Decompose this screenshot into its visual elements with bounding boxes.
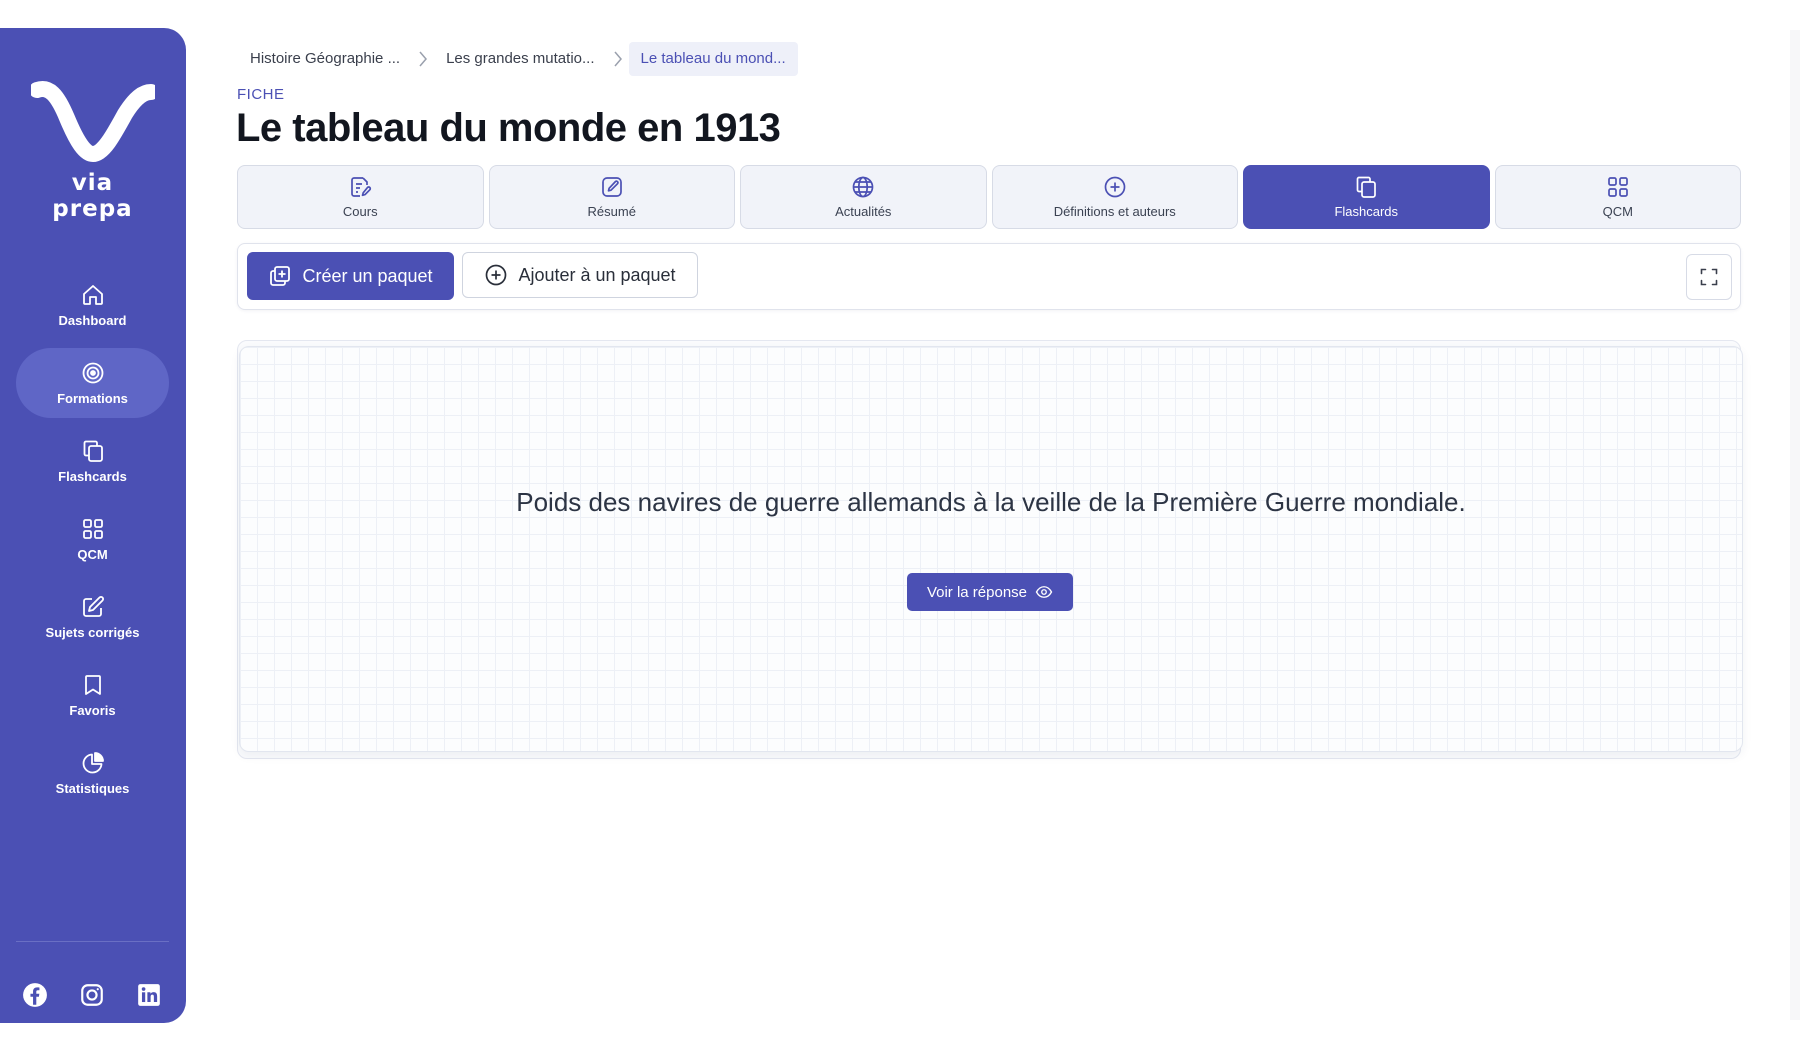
tab-actualites[interactable]: Actualités (740, 165, 987, 229)
linkedin-icon[interactable] (136, 982, 162, 1008)
logo-text: via prepa (52, 170, 133, 222)
home-icon (82, 284, 103, 305)
fullscreen-button[interactable] (1686, 254, 1732, 300)
cards-icon (1356, 176, 1377, 198)
sidebar-item-formations[interactable]: Formations (16, 348, 169, 418)
sidebar: via prepa Dashboard Formations Flashcard… (0, 28, 186, 1023)
tab-cours[interactable]: Cours (237, 165, 484, 229)
sidebar-item-label: Favoris (69, 702, 116, 718)
chevron-right-icon (611, 42, 625, 76)
flashcard-toolbar: Créer un paquet Ajouter à un paquet (237, 243, 1741, 310)
eye-icon (1035, 586, 1053, 598)
sidebar-item-statistiques[interactable]: Statistiques (16, 738, 169, 808)
logo[interactable]: via prepa (30, 76, 155, 222)
page-scrollbar[interactable] (1790, 30, 1800, 1020)
breadcrumb-item[interactable]: Les grandes mutatio... (434, 42, 606, 76)
edit-icon (82, 595, 104, 617)
plus-circle-icon (1104, 176, 1126, 198)
social-links (22, 982, 162, 1008)
flashcard[interactable]: Poids des navires de guerre allemands à … (239, 346, 1743, 752)
sidebar-nav: Dashboard Formations Flashcards QCM Suje… (16, 270, 169, 816)
tab-flashcards[interactable]: Flashcards (1243, 165, 1490, 229)
tab-label: Cours (342, 204, 378, 219)
sidebar-item-sujets-corriges[interactable]: Sujets corrigés (16, 582, 169, 652)
breadcrumb-item[interactable]: Histoire Géographie ... (238, 42, 412, 76)
sidebar-item-label: QCM (77, 546, 108, 562)
sidebar-item-label: Dashboard (58, 312, 127, 328)
facebook-icon[interactable] (22, 982, 48, 1008)
sidebar-item-flashcards[interactable]: Flashcards (16, 426, 169, 496)
sidebar-item-qcm[interactable]: QCM (16, 504, 169, 574)
reveal-answer-label: Voir la réponse (926, 583, 1028, 601)
globe-icon (852, 176, 874, 198)
sidebar-item-label: Statistiques (55, 780, 130, 796)
pie-chart-icon (82, 751, 104, 773)
instagram-icon[interactable] (79, 982, 105, 1008)
sidebar-item-dashboard[interactable]: Dashboard (16, 270, 169, 340)
tab-label: QCM (1602, 204, 1633, 219)
sidebar-item-favoris[interactable]: Favoris (16, 660, 169, 730)
sidebar-divider (16, 941, 169, 942)
add-to-deck-label: Ajouter à un paquet (518, 264, 676, 285)
tab-label: Flashcards (1334, 204, 1399, 219)
bookmark-icon (84, 674, 101, 695)
page-title: Le tableau du monde en 1913 (236, 106, 781, 150)
sidebar-item-label: Sujets corrigés (45, 624, 140, 640)
expand-icon (1700, 268, 1718, 286)
breadcrumb: Histoire Géographie ... Les grandes muta… (238, 42, 798, 76)
tab-qcm[interactable]: QCM (1494, 165, 1741, 229)
tab-resume[interactable]: Résumé (488, 165, 735, 229)
cards-icon (83, 440, 103, 462)
page-kicker: FICHE (237, 86, 285, 103)
tab-label: Résumé (587, 204, 636, 219)
reveal-answer-button[interactable]: Voir la réponse (907, 573, 1073, 611)
tab-label: Actualités (835, 204, 892, 219)
create-deck-button[interactable]: Créer un paquet (247, 252, 454, 300)
add-copy-icon (270, 266, 291, 286)
breadcrumb-current[interactable]: Le tableau du mond... (628, 42, 798, 76)
sidebar-item-label: Flashcards (58, 468, 127, 484)
chevron-right-icon (416, 42, 430, 76)
target-icon (82, 362, 103, 383)
pen-square-icon (601, 177, 622, 197)
create-deck-label: Créer un paquet (302, 265, 433, 286)
logo-mark-icon (30, 81, 155, 163)
sidebar-item-label: Formations (57, 390, 128, 406)
content-tabs: Cours Résumé Actualités Définitions et a… (237, 165, 1741, 229)
plus-circle-icon (486, 264, 507, 286)
grid-icon (1607, 177, 1628, 197)
document-icon (351, 177, 372, 197)
flashcard-question: Poids des navires de guerre allemands à … (516, 487, 1466, 517)
tab-label: Définitions et auteurs (1053, 204, 1176, 219)
add-to-deck-button[interactable]: Ajouter à un paquet (462, 252, 698, 298)
tab-definitions[interactable]: Définitions et auteurs (991, 165, 1238, 229)
grid-icon (82, 518, 103, 539)
